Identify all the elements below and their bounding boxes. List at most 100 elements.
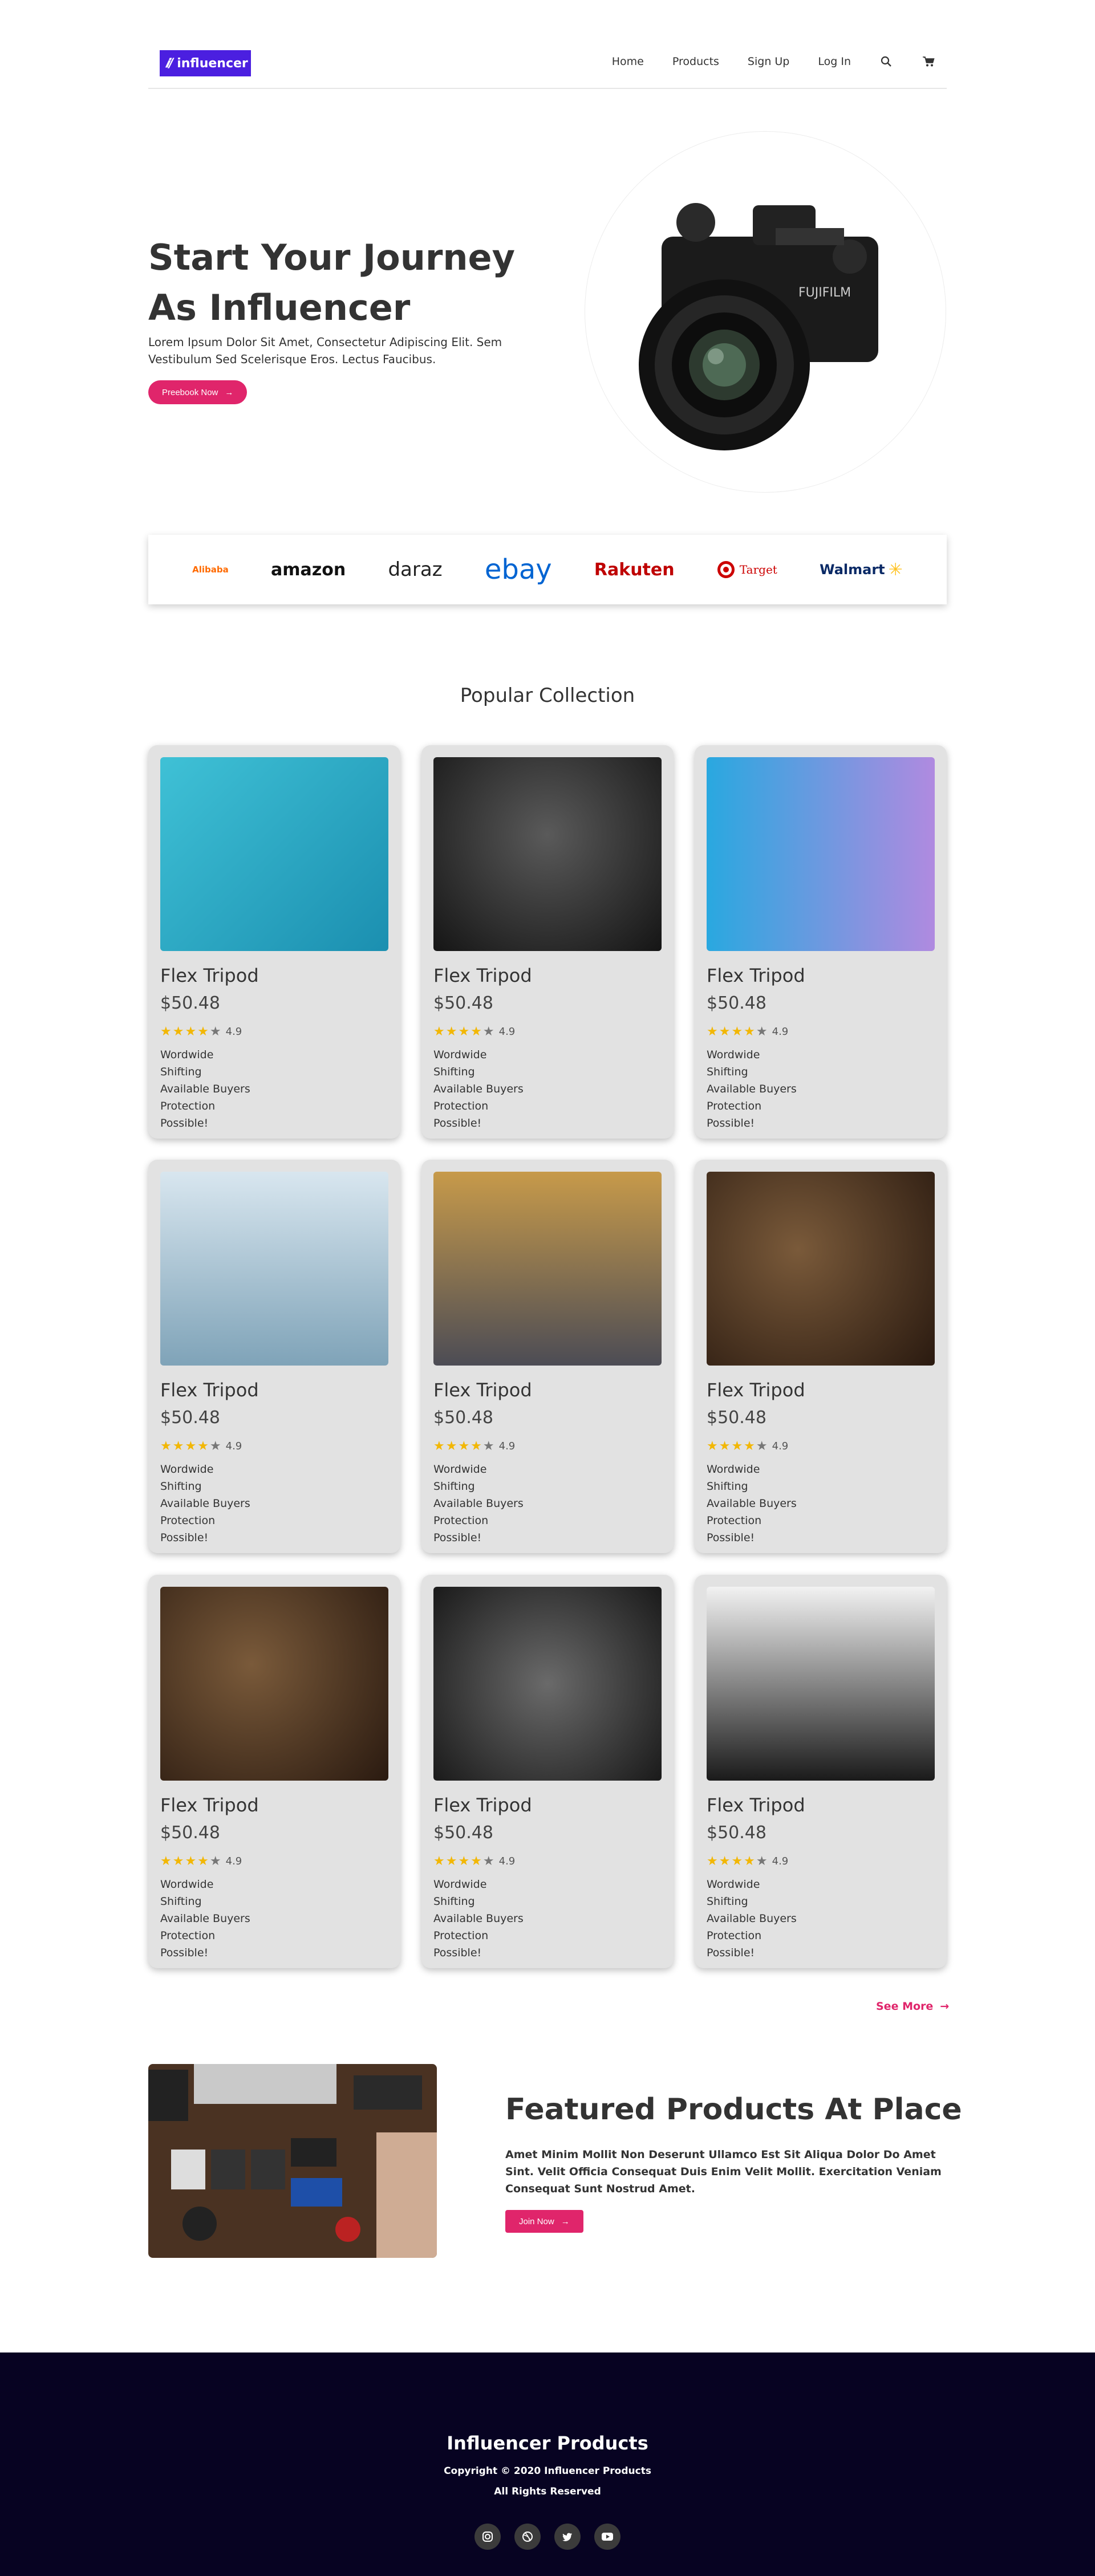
product-image[interactable]	[160, 1587, 388, 1781]
product-name[interactable]: Flex Tripod	[160, 1794, 259, 1816]
see-more-link[interactable]: See More →	[876, 2000, 949, 2013]
rating-value: 4.9	[772, 1440, 789, 1452]
product-name[interactable]: Flex Tripod	[160, 965, 259, 986]
star-rating-icon: ★★★★★	[433, 1854, 496, 1868]
product-description: Wordwide Shifting Available Buyers Protecti…	[707, 1461, 797, 1546]
product-card[interactable]: Flex Tripod $50.48 ★★★★★ 4.9 Wordwide Shiftin…	[148, 1575, 400, 1968]
rating-value: 4.9	[772, 1855, 789, 1867]
description-line: Shifting	[433, 1066, 475, 1078]
twitter-icon[interactable]	[554, 2524, 581, 2550]
search-icon[interactable]	[879, 55, 893, 68]
youtube-icon[interactable]	[594, 2524, 620, 2550]
product-card[interactable]: Flex Tripod $50.48 ★★★★★ 4.9 Wordwide Shiftin…	[148, 1160, 400, 1553]
product-card[interactable]: Flex Tripod $50.48 ★★★★★ 4.9 Wordwide Shiftin…	[695, 745, 947, 1139]
product-rating: ★★★★★ 4.9	[433, 1854, 515, 1868]
rating-value: 4.9	[225, 1026, 242, 1038]
brand-walmart: Walmart ✳	[820, 560, 903, 580]
product-price: $50.48	[433, 1823, 493, 1843]
footer-rights: All Rights Reserved	[494, 2486, 601, 2497]
product-image[interactable]	[707, 1587, 935, 1781]
brand-ebay: ebay	[484, 554, 552, 586]
product-card[interactable]: Flex Tripod $50.48 ★★★★★ 4.9 Wordwide Shiftin…	[695, 1575, 947, 1968]
description-line: Available Buyers	[160, 1912, 250, 1925]
description-line: Shifting	[707, 1480, 748, 1493]
social-links	[0, 2524, 1095, 2550]
description-line: Wordwide	[433, 1463, 487, 1476]
product-price: $50.48	[160, 1408, 220, 1428]
instagram-icon[interactable]	[474, 2524, 501, 2550]
description-line: Protection	[433, 1929, 489, 1942]
logo-text: influencer	[177, 56, 248, 71]
description-line: Available Buyers	[160, 1497, 250, 1510]
product-description: Wordwide Shifting Available Buyers Protecti…	[160, 1876, 250, 1961]
nav-home[interactable]: Home	[612, 55, 644, 68]
description-line: Shifting	[160, 1480, 202, 1493]
featured-description: Amet Minim Mollit Non Deserunt Ullamco E…	[505, 2148, 942, 2195]
description-line: Wordwide	[160, 1463, 214, 1476]
star-rating-icon: ★★★★★	[160, 1025, 222, 1039]
product-rating: ★★★★★ 4.9	[433, 1025, 515, 1039]
rating-value: 4.9	[772, 1026, 789, 1038]
product-name[interactable]: Flex Tripod	[433, 1379, 532, 1401]
product-rating: ★★★★★ 4.9	[160, 1439, 242, 1453]
product-price: $50.48	[433, 1408, 493, 1428]
product-name[interactable]: Flex Tripod	[707, 1794, 805, 1816]
product-name[interactable]: Flex Tripod	[707, 965, 805, 986]
product-card[interactable]: Flex Tripod $50.48 ★★★★★ 4.9 Wordwide Shiftin…	[421, 1160, 674, 1553]
product-description: Wordwide Shifting Available Buyers Protecti…	[160, 1461, 250, 1546]
product-description: Wordwide Shifting Available Buyers Protecti…	[707, 1876, 797, 1961]
logo-mark-icon: 𝒊/	[165, 56, 174, 71]
description-line: Possible!	[707, 1531, 755, 1544]
product-name[interactable]: Flex Tripod	[707, 1379, 805, 1401]
product-card[interactable]: Flex Tripod $50.48 ★★★★★ 4.9 Wordwide Shiftin…	[148, 745, 400, 1139]
product-image[interactable]	[707, 1172, 935, 1366]
product-name[interactable]: Flex Tripod	[160, 1379, 259, 1401]
description-line: Possible!	[433, 1117, 482, 1129]
description-line: Available Buyers	[433, 1083, 524, 1095]
prebook-button[interactable]: Preebook Now →	[148, 380, 248, 404]
product-price: $50.48	[160, 993, 220, 1013]
product-image[interactable]	[433, 757, 662, 951]
nav-sign-up[interactable]: Sign Up	[748, 55, 789, 68]
description-line: Protection	[160, 1514, 216, 1527]
hero-camera-image: FUJIFILM	[639, 203, 878, 450]
product-card[interactable]: Flex Tripod $50.48 ★★★★★ 4.9 Wordwide Shiftin…	[695, 1160, 947, 1553]
product-card[interactable]: Flex Tripod $50.48 ★★★★★ 4.9 Wordwide Shiftin…	[421, 745, 674, 1139]
product-card[interactable]: Flex Tripod $50.48 ★★★★★ 4.9 Wordwide Shiftin…	[421, 1575, 674, 1968]
product-price: $50.48	[707, 1823, 766, 1843]
product-description: Wordwide Shifting Available Buyers Protecti…	[433, 1461, 524, 1546]
product-image[interactable]	[160, 1172, 388, 1366]
product-image[interactable]	[707, 757, 935, 951]
description-line: Possible!	[160, 1531, 209, 1544]
rating-value: 4.9	[225, 1440, 242, 1452]
star-rating-icon: ★★★★★	[160, 1854, 222, 1868]
description-line: Possible!	[160, 1947, 209, 1959]
cart-icon[interactable]	[922, 55, 935, 68]
nav-log-in[interactable]: Log In	[818, 55, 851, 68]
brand-partners-strip: Alibaba amazon daraz ebay Rakuten Target…	[148, 535, 947, 604]
star-rating-icon: ★★★★★	[707, 1439, 769, 1453]
prebook-button-label: Preebook Now	[162, 387, 218, 397]
logo[interactable]: 𝒊/ influencer	[160, 50, 251, 76]
description-line: Wordwide	[433, 1049, 487, 1061]
join-now-button[interactable]: Join Now →	[505, 2210, 583, 2233]
hero-title-line2: As Influencer	[148, 287, 411, 328]
product-name[interactable]: Flex Tripod	[433, 1794, 532, 1816]
description-line: Available Buyers	[433, 1497, 524, 1510]
description-line: Protection	[707, 1100, 762, 1112]
dribbble-icon[interactable]	[514, 2524, 541, 2550]
description-line: Shifting	[433, 1895, 475, 1908]
product-name[interactable]: Flex Tripod	[433, 965, 532, 986]
product-description: Wordwide Shifting Available Buyers Protecti…	[433, 1046, 524, 1132]
brand-alibaba: Alibaba	[192, 564, 229, 575]
rating-value: 4.9	[225, 1855, 242, 1867]
join-now-label: Join Now	[519, 2216, 554, 2226]
product-image[interactable]	[160, 757, 388, 951]
description-line: Shifting	[433, 1480, 475, 1493]
nav-products[interactable]: Products	[672, 55, 719, 68]
rating-value: 4.9	[498, 1855, 516, 1867]
product-image[interactable]	[433, 1172, 662, 1366]
product-image[interactable]	[433, 1587, 662, 1781]
description-line: Possible!	[160, 1117, 209, 1129]
hero-title-line1: Start Your Journey	[148, 237, 516, 278]
